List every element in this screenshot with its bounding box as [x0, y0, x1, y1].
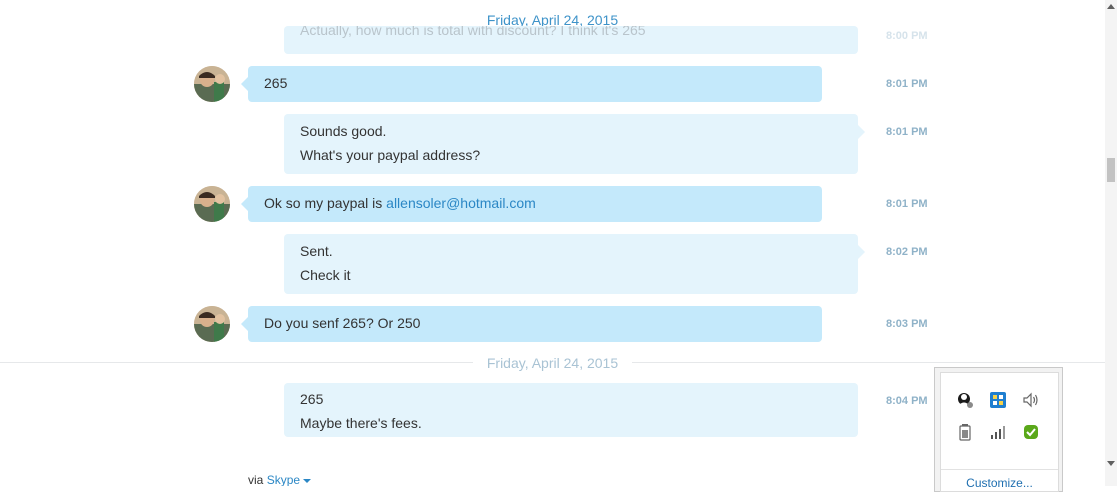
avatar[interactable]	[194, 186, 230, 222]
customize-link[interactable]: Customize...	[941, 469, 1058, 490]
message-text: Sent.	[300, 243, 333, 259]
message-bubble: Sent. Check it	[284, 234, 865, 294]
security-shield-icon[interactable]	[1021, 422, 1041, 442]
via-label: via	[248, 473, 264, 486]
scroll-thumb[interactable]	[1107, 158, 1115, 182]
message-text: Ok so my paypal is	[264, 195, 387, 211]
skype-link[interactable]: Skype	[267, 473, 300, 486]
message-text: What's your paypal address?	[300, 147, 481, 163]
email-link[interactable]: allensoler@hotmail.com	[386, 195, 536, 211]
chevron-down-icon[interactable]	[303, 478, 312, 483]
skype-tray-icon[interactable]	[955, 390, 975, 410]
avatar[interactable]	[194, 66, 230, 102]
message-bubble: Do you senf 265? Or 250	[241, 306, 822, 342]
message-bubble: 265 Maybe there's fees.	[284, 383, 858, 437]
tray-overflow-popup: Customize...	[934, 367, 1063, 492]
top-fade	[0, 0, 1105, 6]
network-app-icon[interactable]	[988, 390, 1008, 410]
message-timestamp: 8:01 PM	[886, 78, 928, 90]
message-text: Check it	[300, 267, 351, 283]
message-timestamp-partial: 8:00 PM	[886, 30, 928, 42]
battery-icon[interactable]	[955, 422, 975, 442]
message-timestamp: 8:03 PM	[886, 318, 928, 330]
message-bubble: Ok so my paypal is allensoler@hotmail.co…	[241, 186, 822, 222]
message-bubble: Sounds good. What's your paypal address?	[284, 114, 865, 174]
message-text-partial: Actually, how much is total with discoun…	[300, 26, 646, 38]
avatar-photo	[194, 186, 230, 222]
message-text: Maybe there's fees.	[300, 415, 422, 431]
message-text: Do you senf 265? Or 250	[264, 315, 421, 331]
via-skype: via Skype	[248, 473, 312, 486]
scroll-up-arrow-icon[interactable]	[1107, 4, 1115, 9]
avatar-photo	[194, 66, 230, 102]
avatar-photo	[194, 306, 230, 342]
message-bubble-partial: Actually, how much is total with discoun…	[284, 26, 858, 54]
message-timestamp: 8:01 PM	[886, 198, 928, 210]
avatar[interactable]	[194, 306, 230, 342]
message-text: 265	[264, 75, 288, 91]
signal-icon[interactable]	[988, 422, 1008, 442]
message-text: 265	[300, 391, 324, 407]
message-timestamp: 8:04 PM	[886, 395, 928, 407]
volume-icon[interactable]	[1021, 390, 1041, 410]
message-timestamp: 8:02 PM	[886, 246, 928, 258]
tray-icon-panel: Customize...	[940, 372, 1059, 492]
message-bubble: 265	[241, 66, 822, 102]
message-timestamp: 8:01 PM	[886, 126, 928, 138]
message-text: Sounds good.	[300, 123, 387, 139]
date-separator-label: Friday, April 24, 2015	[472, 355, 633, 371]
scroll-down-arrow-icon[interactable]	[1107, 461, 1115, 466]
vertical-scrollbar[interactable]	[1105, 0, 1117, 486]
